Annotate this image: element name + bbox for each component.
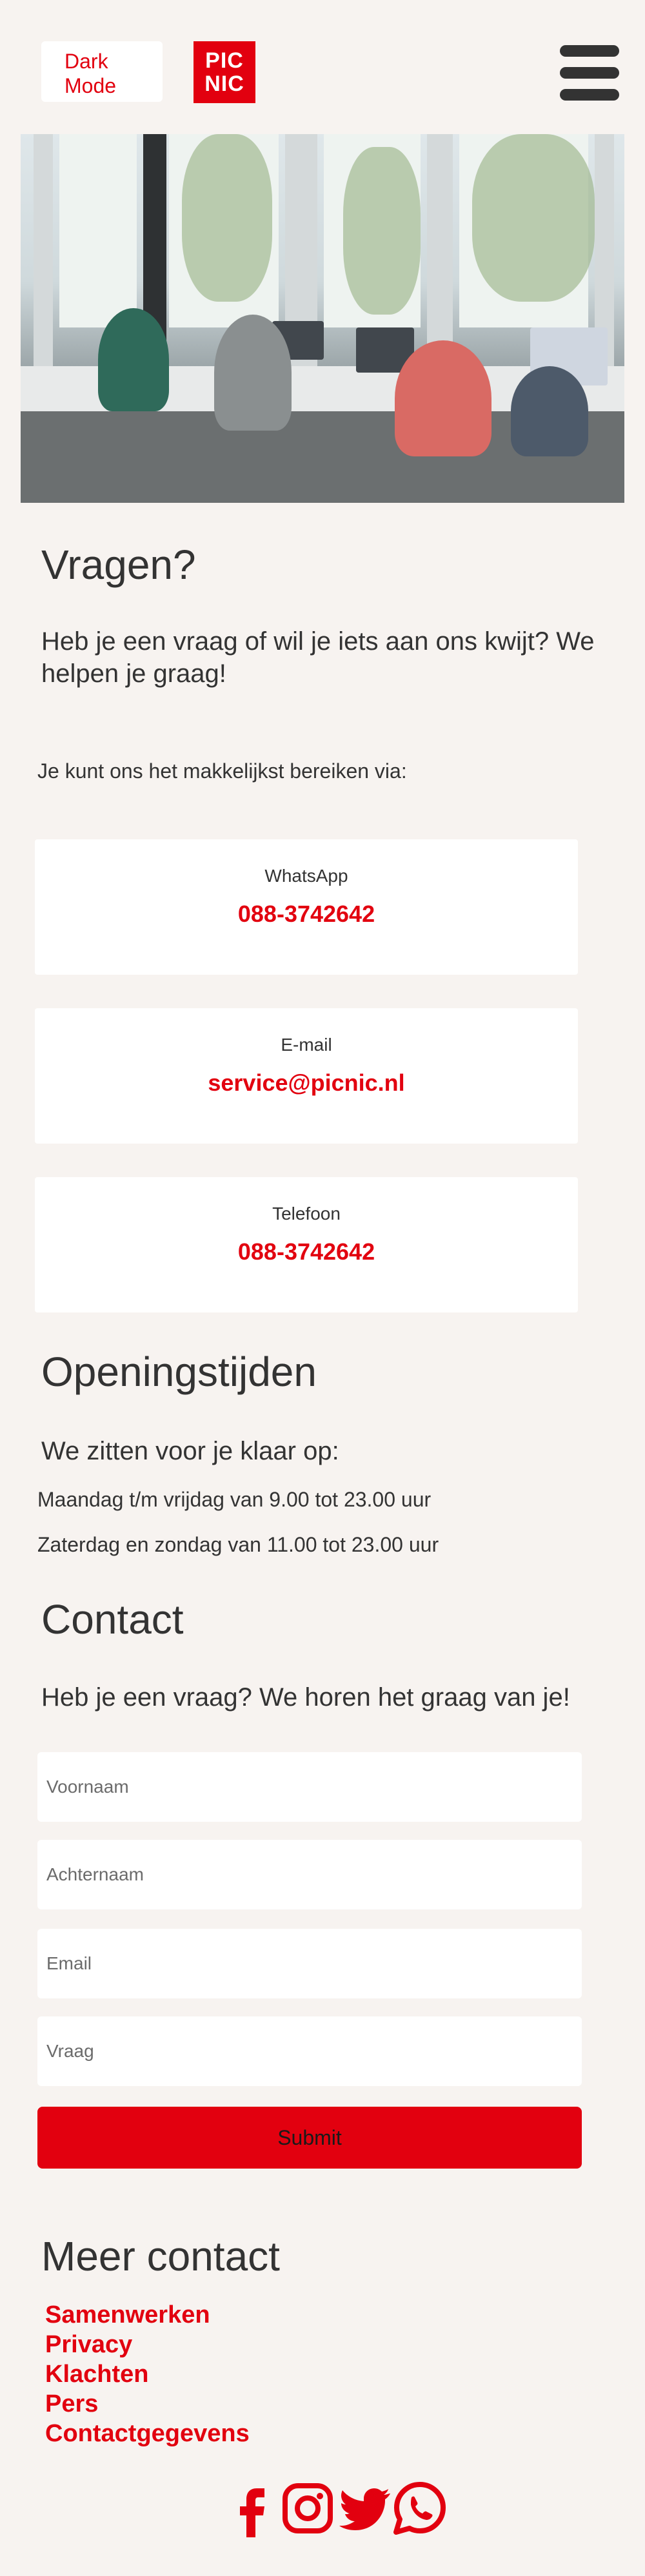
link-samenwerken[interactable]: Samenwerken xyxy=(45,2300,250,2330)
hours-title: Openingstijden xyxy=(41,1349,317,1395)
link-klachten[interactable]: Klachten xyxy=(45,2359,250,2389)
picnic-logo[interactable]: PIC NIC xyxy=(194,41,255,103)
whatsapp-number[interactable]: 088-3742642 xyxy=(35,900,578,928)
first-name-field[interactable] xyxy=(37,1752,582,1822)
hamburger-menu-icon[interactable] xyxy=(560,45,619,101)
hero-image xyxy=(21,134,624,503)
link-contactgegevens[interactable]: Contactgegevens xyxy=(45,2419,250,2448)
hours-weekend: Zaterdag en zondag van 11.00 tot 23.00 u… xyxy=(37,1533,439,1556)
dark-mode-toggle[interactable]: Dark Mode xyxy=(41,41,163,102)
questions-lead: Heb je een vraag of wil je iets aan ons … xyxy=(41,627,595,688)
last-name-field[interactable] xyxy=(37,1840,582,1909)
dark-mode-label: Dark Mode xyxy=(64,50,117,97)
whatsapp-icon[interactable] xyxy=(391,2479,449,2537)
link-pers[interactable]: Pers xyxy=(45,2389,250,2419)
submit-button[interactable]: Submit xyxy=(37,2107,582,2169)
facebook-icon[interactable] xyxy=(223,2479,281,2537)
logo-line-1: PIC xyxy=(205,48,244,73)
contact-title: Contact xyxy=(41,1596,184,1643)
instagram-icon[interactable] xyxy=(279,2479,337,2537)
questions-title: Vragen? xyxy=(41,542,196,588)
more-contact-title: Meer contact xyxy=(41,2233,280,2279)
logo-line-2: NIC xyxy=(204,72,244,96)
whatsapp-label: WhatsApp xyxy=(264,866,348,886)
more-contact-links: Samenwerken Privacy Klachten Pers Contac… xyxy=(45,2300,250,2448)
reach-text: Je kunt ons het makkelijkst bereiken via… xyxy=(37,759,407,783)
question-field[interactable] xyxy=(37,2016,582,2086)
phone-number[interactable]: 088-3742642 xyxy=(35,1238,578,1266)
hours-weekdays: Maandag t/m vrijdag van 9.00 tot 23.00 u… xyxy=(37,1488,432,1511)
contact-lead: Heb je een vraag? We horen het graag van… xyxy=(41,1683,570,1712)
hours-lead: We zitten voor je klaar op: xyxy=(41,1437,339,1465)
twitter-icon[interactable] xyxy=(335,2479,393,2537)
email-card[interactable]: E-mail service@picnic.nl xyxy=(35,1008,578,1144)
link-privacy[interactable]: Privacy xyxy=(45,2330,250,2359)
phone-label: Telefoon xyxy=(272,1204,341,1224)
email-address[interactable]: service@picnic.nl xyxy=(35,1069,578,1097)
phone-card[interactable]: Telefoon 088-3742642 xyxy=(35,1177,578,1312)
email-field[interactable] xyxy=(37,1929,582,1998)
email-label: E-mail xyxy=(281,1035,332,1055)
whatsapp-card[interactable]: WhatsApp 088-3742642 xyxy=(35,839,578,975)
